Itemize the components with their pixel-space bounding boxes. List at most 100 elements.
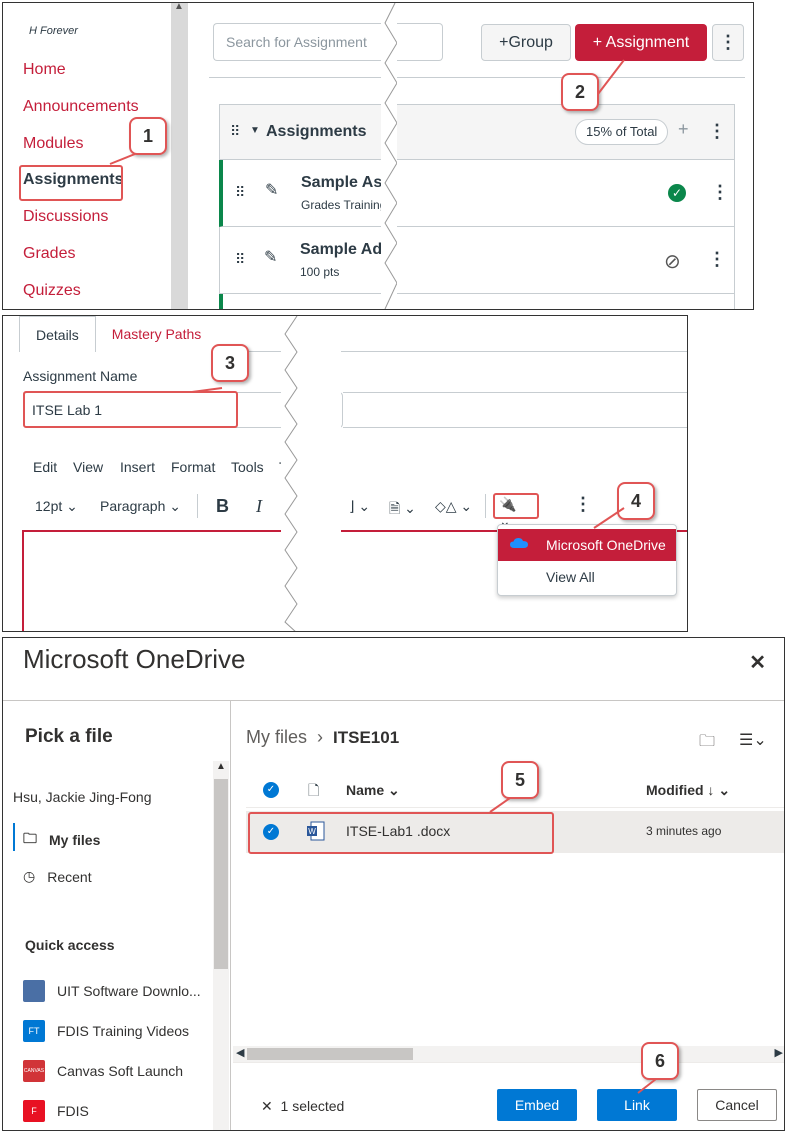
quick-access-item[interactable]: CANVAS Canvas Soft Launch (23, 1060, 183, 1082)
embed-button[interactable]: Embed (497, 1089, 577, 1121)
column-modified[interactable]: Modified ↓ ⌄ (646, 782, 730, 799)
breadcrumb-my-files[interactable]: My files (246, 727, 307, 748)
horizontal-scrollbar[interactable]: ◀ ▶ (233, 1046, 784, 1062)
menu-item-onedrive[interactable]: Microsoft OneDrive (498, 529, 676, 561)
menu-edit[interactable]: Edit (33, 459, 57, 475)
scroll-thumb[interactable] (247, 1048, 413, 1060)
add-group-button[interactable]: +Group (481, 24, 571, 61)
assignment-search-input[interactable]: Search for Assignment (213, 23, 383, 61)
shapes-dropdown-icon[interactable]: ◇△ ⌄ (435, 498, 472, 515)
selection-count-label: 1 selected (280, 1098, 345, 1114)
nav-discussions[interactable]: Discussions (23, 208, 108, 226)
nav-recent[interactable]: ◷ Recent (23, 868, 92, 885)
site-icon (23, 980, 45, 1002)
row-fill (397, 160, 443, 227)
nav-scrollbar[interactable]: ▲ (171, 3, 188, 309)
scroll-up-icon[interactable]: ▲ (216, 761, 226, 772)
assignment-icon: ✎ (265, 182, 279, 199)
tab-underline-right (343, 351, 687, 352)
menu-format[interactable]: Format (171, 459, 215, 475)
italic-button[interactable]: I (256, 496, 262, 517)
scroll-up-icon[interactable]: ▲ (174, 3, 184, 12)
nav-label: My files (49, 832, 101, 848)
name-input-end[interactable] (343, 392, 687, 428)
bold-button[interactable]: B (216, 496, 229, 517)
active-indicator (13, 823, 15, 851)
sidebar-scrollbar[interactable]: ▲ (213, 761, 229, 1130)
assignment-group-header: ⠿ ▼ Assignments 15% of Total + ⋮ (219, 104, 735, 160)
site-icon: FT (23, 1020, 45, 1042)
assignment-row[interactable]: ⠿ ✎ Sample Addi 100 pts ⊘ ⋮ (219, 227, 735, 294)
divider (397, 77, 447, 78)
row-options-icon[interactable]: ⋮ (711, 182, 729, 203)
row-options-icon[interactable]: ⋮ (708, 249, 726, 270)
page-options-button[interactable]: ⋮ (712, 24, 744, 61)
drag-handle-icon[interactable]: ⠿ (235, 251, 245, 268)
search-input-end[interactable] (397, 23, 443, 61)
assignment-row[interactable]: ⠿ ✎ Sample Assig Grades Training M ✓ ⋮ (219, 160, 735, 227)
view-options-icon[interactable]: ☰⌄ (739, 730, 767, 750)
selection-count[interactable]: ✕ 1 selected (261, 1098, 344, 1115)
dialog-title: Microsoft OneDrive (23, 644, 246, 674)
drag-handle-icon[interactable]: ⠿ (235, 184, 245, 201)
file-type-icon: 🗋 (308, 782, 320, 798)
column-name[interactable]: Name ⌄ (346, 782, 400, 799)
step-callout: 5 (501, 761, 539, 799)
nav-announcements[interactable]: Announcements (23, 98, 139, 116)
folder-icon: 🗀 (23, 830, 37, 846)
group-options-icon[interactable]: ⋮ (708, 121, 726, 142)
onedrive-picker-panel: Microsoft OneDrive ✕ Pick a file Hsu, Ja… (2, 637, 785, 1131)
nav-quizzes[interactable]: Quizzes (23, 282, 81, 300)
published-check-icon[interactable]: ✓ (668, 184, 686, 202)
font-size-select[interactable]: 12pt ⌄ (35, 498, 78, 515)
toolbar-separator (485, 494, 486, 518)
add-assignment-button[interactable]: + Assignment (575, 24, 707, 61)
assignment-icon: ✎ (264, 249, 278, 266)
assignment-editor-panel: Details Mastery Paths Assignment Name I T… (2, 315, 688, 632)
nav-grades[interactable]: Grades (23, 245, 75, 263)
quick-access-heading: Quick access (25, 937, 115, 953)
tab-mastery-paths[interactable]: Mastery Paths (95, 316, 218, 352)
cancel-button[interactable]: Cancel (697, 1089, 777, 1121)
scroll-thumb[interactable] (214, 779, 228, 969)
new-folder-icon[interactable]: 🗀 (699, 730, 715, 757)
collapse-caret-icon[interactable]: ▼ (250, 125, 260, 136)
canvas-assignments-panel: H Forever Home Announcements Modules Ass… (2, 2, 754, 310)
toolbar-separator (197, 494, 198, 518)
group-title: Assignments (266, 123, 367, 140)
assignment-row[interactable] (219, 294, 735, 309)
group-weight-badge: 15% of Total (575, 119, 669, 145)
menu-view[interactable]: View (73, 459, 103, 475)
more-options-icon[interactable]: ⋮ (574, 494, 592, 515)
breadcrumb: My files › ITSE101 (246, 727, 399, 748)
menu-insert[interactable]: Insert (120, 459, 155, 475)
quick-access-item[interactable]: F FDIS (23, 1100, 89, 1122)
scroll-left-icon[interactable]: ◀ (236, 1046, 244, 1059)
add-to-group-icon[interactable]: + (678, 119, 689, 140)
quick-access-item[interactable]: UIT Software Downlo... (23, 980, 201, 1002)
quick-access-item[interactable]: FT FDIS Training Videos (23, 1020, 189, 1042)
nav-modules[interactable]: Modules (23, 135, 83, 153)
site-icon: CANVAS (23, 1060, 45, 1082)
menu-item-view-all[interactable]: View All (498, 561, 676, 593)
align-dropdown-icon[interactable]: ⌋ ⌄ (349, 498, 370, 515)
nav-my-files[interactable]: 🗀 My files (23, 828, 100, 852)
clear-selection-icon[interactable]: ✕ (261, 1098, 273, 1114)
apps-dropdown-menu: Microsoft OneDrive View All (497, 524, 677, 596)
select-all-check-icon[interactable]: ✓ (263, 782, 279, 798)
link-button[interactable]: Link (597, 1089, 677, 1121)
document-dropdown-icon[interactable]: 🗎 ⌄ (389, 498, 416, 522)
quick-access-label: FDIS (57, 1103, 89, 1119)
drag-handle-icon[interactable]: ⠿ (230, 123, 240, 140)
menu-tools[interactable]: Tools (231, 459, 264, 475)
tab-details[interactable]: Details (19, 316, 96, 352)
nav-home[interactable]: Home (23, 61, 66, 79)
scroll-right-icon[interactable]: ▶ (775, 1046, 783, 1059)
course-navigation: H Forever Home Announcements Modules Ass… (3, 3, 173, 309)
unpublished-icon[interactable]: ⊘ (664, 249, 681, 274)
step-callout: 1 (129, 117, 167, 155)
quick-access-label: FDIS Training Videos (57, 1023, 190, 1039)
close-icon[interactable]: ✕ (749, 650, 766, 675)
block-format-select[interactable]: Paragraph ⌄ (100, 498, 181, 515)
assignment-name-label: Assignment Name (23, 368, 138, 384)
